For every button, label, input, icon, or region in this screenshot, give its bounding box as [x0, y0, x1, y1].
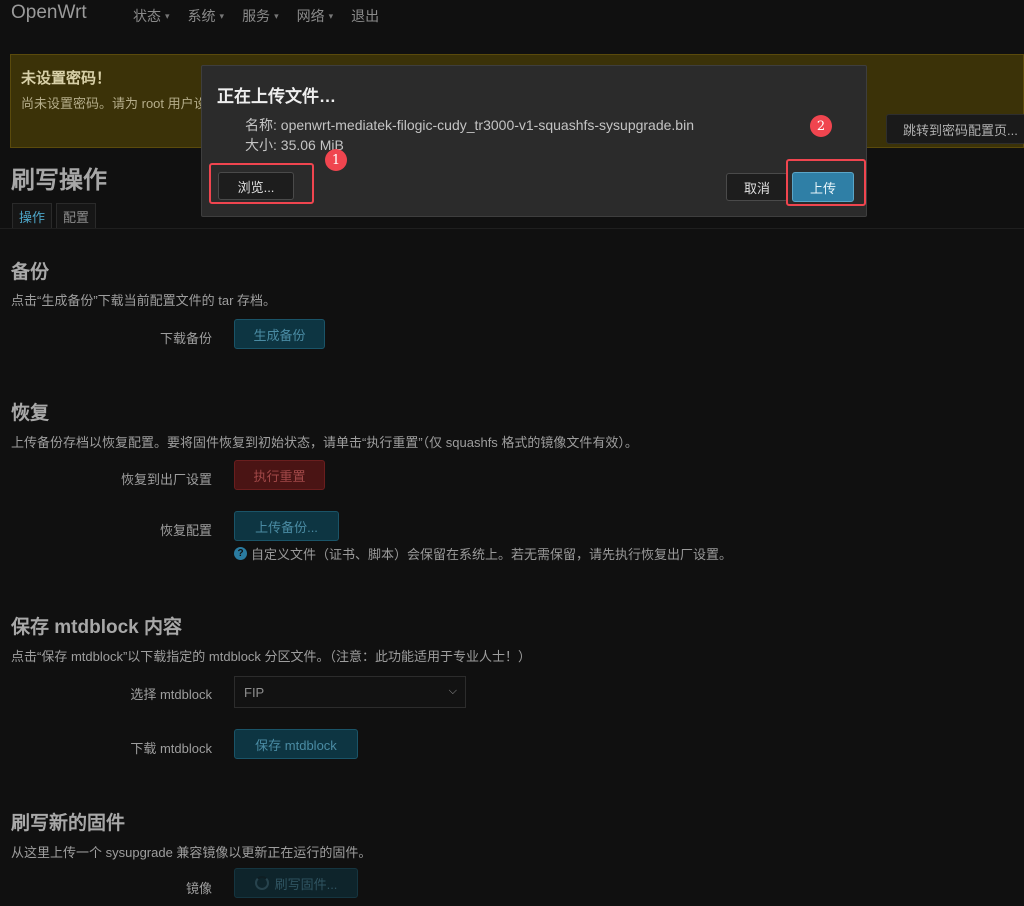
step-2-marker: 2: [810, 115, 832, 137]
tab-bar: 操作 配置: [12, 203, 97, 229]
perform-reset-button[interactable]: 执行重置: [234, 460, 325, 490]
flash-description: 从这里上传一个 sysupgrade 兼容镜像以更新正在运行的固件。: [11, 845, 372, 860]
nav-status[interactable]: 状态 ▾: [133, 6, 170, 26]
restore-hint-text: 自定义文件（证书、脚本）会保留在系统上。若无需保留，请先执行恢复出厂设置。: [251, 547, 733, 562]
mtdblock-description: 点击“保存 mtdblock”以下载指定的 mtdblock 分区文件。（注意：…: [11, 649, 532, 664]
top-navbar: OpenWrt 状态 ▾ 系统 ▾ 服务 ▾ 网络 ▾ 退出: [0, 0, 1024, 30]
banner-title: 未设置密码！: [21, 70, 112, 87]
help-icon: ?: [234, 547, 247, 560]
factory-reset-label: 恢复到出厂设置: [120, 472, 212, 487]
restore-config-label: 恢复配置: [159, 523, 212, 538]
banner-text: 尚未设置密码。请为 root 用户设: [21, 96, 207, 111]
chevron-down-icon: ▾: [219, 10, 225, 21]
nav-logout[interactable]: 退出: [351, 6, 379, 26]
tab-actions[interactable]: 操作: [12, 203, 53, 229]
chevron-down-icon: ▾: [165, 10, 170, 21]
download-mtdblock-label: 下载 mtdblock: [130, 741, 212, 756]
file-name-text: 名称: openwrt-mediatek-filogic-cudy_tr3000…: [245, 117, 694, 133]
main-nav: 状态 ▾ 系统 ▾ 服务 ▾ 网络 ▾ 退出: [133, 6, 379, 26]
nav-logout-label: 退出: [351, 8, 380, 24]
backup-heading: 备份: [11, 262, 50, 283]
goto-password-button[interactable]: 跳转到密码配置页...: [886, 114, 1024, 144]
nav-status-label: 状态: [133, 8, 161, 24]
flash-image-button-label: 刷写固件...: [274, 876, 338, 892]
nav-system[interactable]: 系统 ▾: [188, 6, 225, 26]
mtdblock-select-value: FIP: [244, 684, 265, 700]
step-1-marker: 1: [325, 149, 347, 171]
save-mtdblock-button[interactable]: 保存 mtdblock: [234, 729, 358, 759]
nav-services[interactable]: 服务 ▾: [242, 6, 279, 26]
restore-hint: ? 自定义文件（证书、脚本）会保留在系统上。若无需保留，请先执行恢复出厂设置。: [234, 544, 732, 563]
spinner-icon: [254, 876, 269, 890]
select-mtdblock-label: 选择 mtdblock: [130, 687, 212, 702]
image-label: 镜像: [185, 881, 212, 896]
tab-divider: [0, 228, 1024, 229]
highlight-browse-box: [209, 163, 314, 204]
flash-image-button[interactable]: 刷写固件...: [234, 868, 358, 898]
restore-heading: 恢复: [11, 403, 50, 424]
nav-system-label: 系统: [187, 8, 216, 24]
flash-heading: 刷写新的固件: [11, 813, 126, 834]
chevron-down-icon: ▾: [328, 10, 334, 21]
mtdblock-heading: 保存 mtdblock 内容: [11, 617, 183, 638]
nav-services-label: 服务: [242, 8, 271, 24]
highlight-upload-box: [786, 159, 866, 206]
generate-backup-button[interactable]: 生成备份: [234, 319, 325, 349]
nav-network[interactable]: 网络 ▾: [297, 6, 334, 26]
chevron-down-icon: ▾: [274, 10, 279, 21]
backup-description: 点击“生成备份”下载当前配置文件的 tar 存档。: [11, 293, 277, 308]
page: OpenWrt 状态 ▾ 系统 ▾ 服务 ▾ 网络 ▾ 退出 未设置密码！ 尚未设置密码…: [0, 0, 1024, 906]
chevron-down-icon: ⌵: [448, 685, 457, 697]
brand-logo[interactable]: OpenWrt: [11, 2, 87, 24]
mtdblock-select[interactable]: FIP ⌵: [234, 676, 466, 708]
upload-backup-button[interactable]: 上传备份...: [234, 511, 339, 541]
page-title: 刷写操作: [11, 167, 107, 194]
tab-configuration[interactable]: 配置: [56, 203, 97, 229]
restore-description: 上传备份存档以恢复配置。要将固件恢复到初始状态，请单击“执行重置”（仅 squa…: [11, 435, 638, 450]
nav-network-label: 网络: [296, 8, 325, 24]
download-backup-label: 下载备份: [159, 331, 212, 346]
cancel-button[interactable]: 取消: [726, 173, 788, 201]
dialog-title: 正在上传文件…: [217, 87, 336, 106]
